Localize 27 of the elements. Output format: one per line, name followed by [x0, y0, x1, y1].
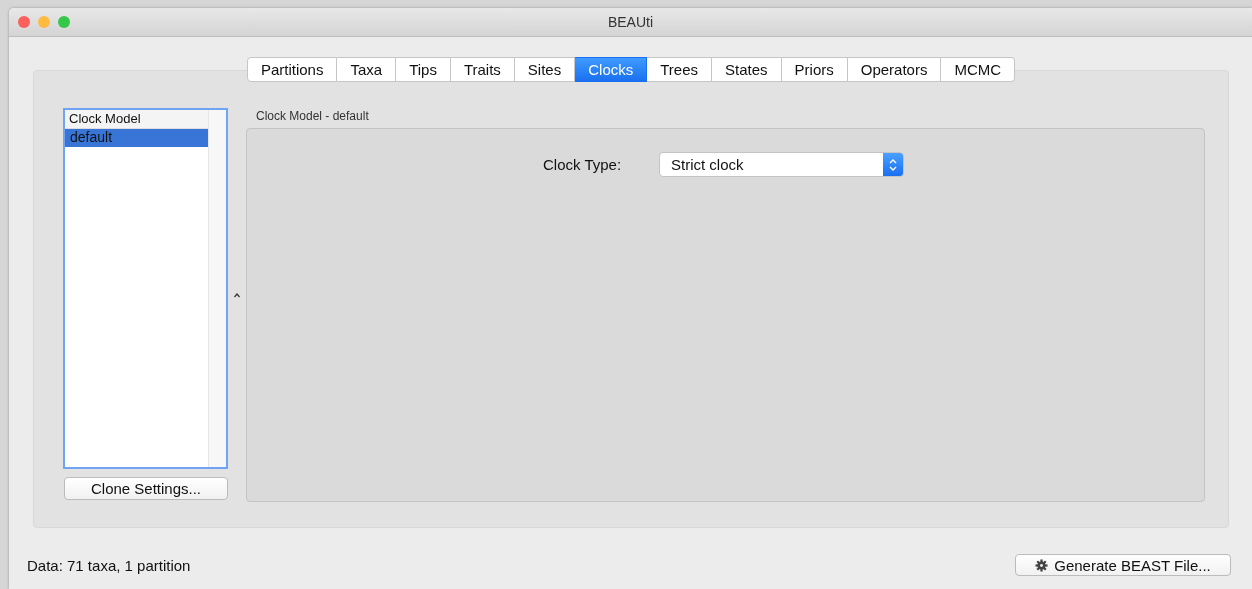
gear-icon	[1035, 558, 1049, 572]
panel-title: Clock Model - default	[255, 108, 370, 125]
tab[interactable]: Operators	[847, 57, 942, 82]
list-item[interactable]: default	[65, 129, 208, 147]
clone-settings-button[interactable]: Clone Settings...	[64, 477, 228, 500]
tab[interactable]: Partitions	[246, 57, 338, 82]
close-button[interactable]	[18, 16, 30, 28]
tab[interactable]: Taxa	[337, 57, 397, 82]
clock-type-dropdown[interactable]: Strict clock	[659, 152, 904, 177]
scroll-bar[interactable]	[208, 110, 226, 467]
tab[interactable]: States	[712, 57, 782, 82]
tab[interactable]: Clocks	[575, 57, 648, 82]
minimize-button[interactable]	[38, 16, 50, 28]
generate-button[interactable]: Generate BEAST File...	[1015, 554, 1231, 576]
collapse-icon[interactable]	[234, 292, 240, 298]
tab[interactable]: Tips	[396, 57, 451, 82]
tab[interactable]: Traits	[450, 57, 515, 82]
zoom-button[interactable]	[58, 16, 70, 28]
tab[interactable]: Priors	[781, 57, 848, 82]
tab[interactable]: Sites	[514, 57, 576, 82]
field-label: Clock Type:	[543, 156, 623, 173]
list-header: Clock Model	[65, 110, 208, 129]
window-title: BEAUti	[607, 14, 654, 30]
tab[interactable]: Trees	[647, 57, 713, 82]
chevron-icon	[889, 157, 897, 172]
status-text: Data: 71 taxa, 1 partition	[27, 556, 191, 574]
tab[interactable]: MCMC	[941, 57, 1016, 82]
